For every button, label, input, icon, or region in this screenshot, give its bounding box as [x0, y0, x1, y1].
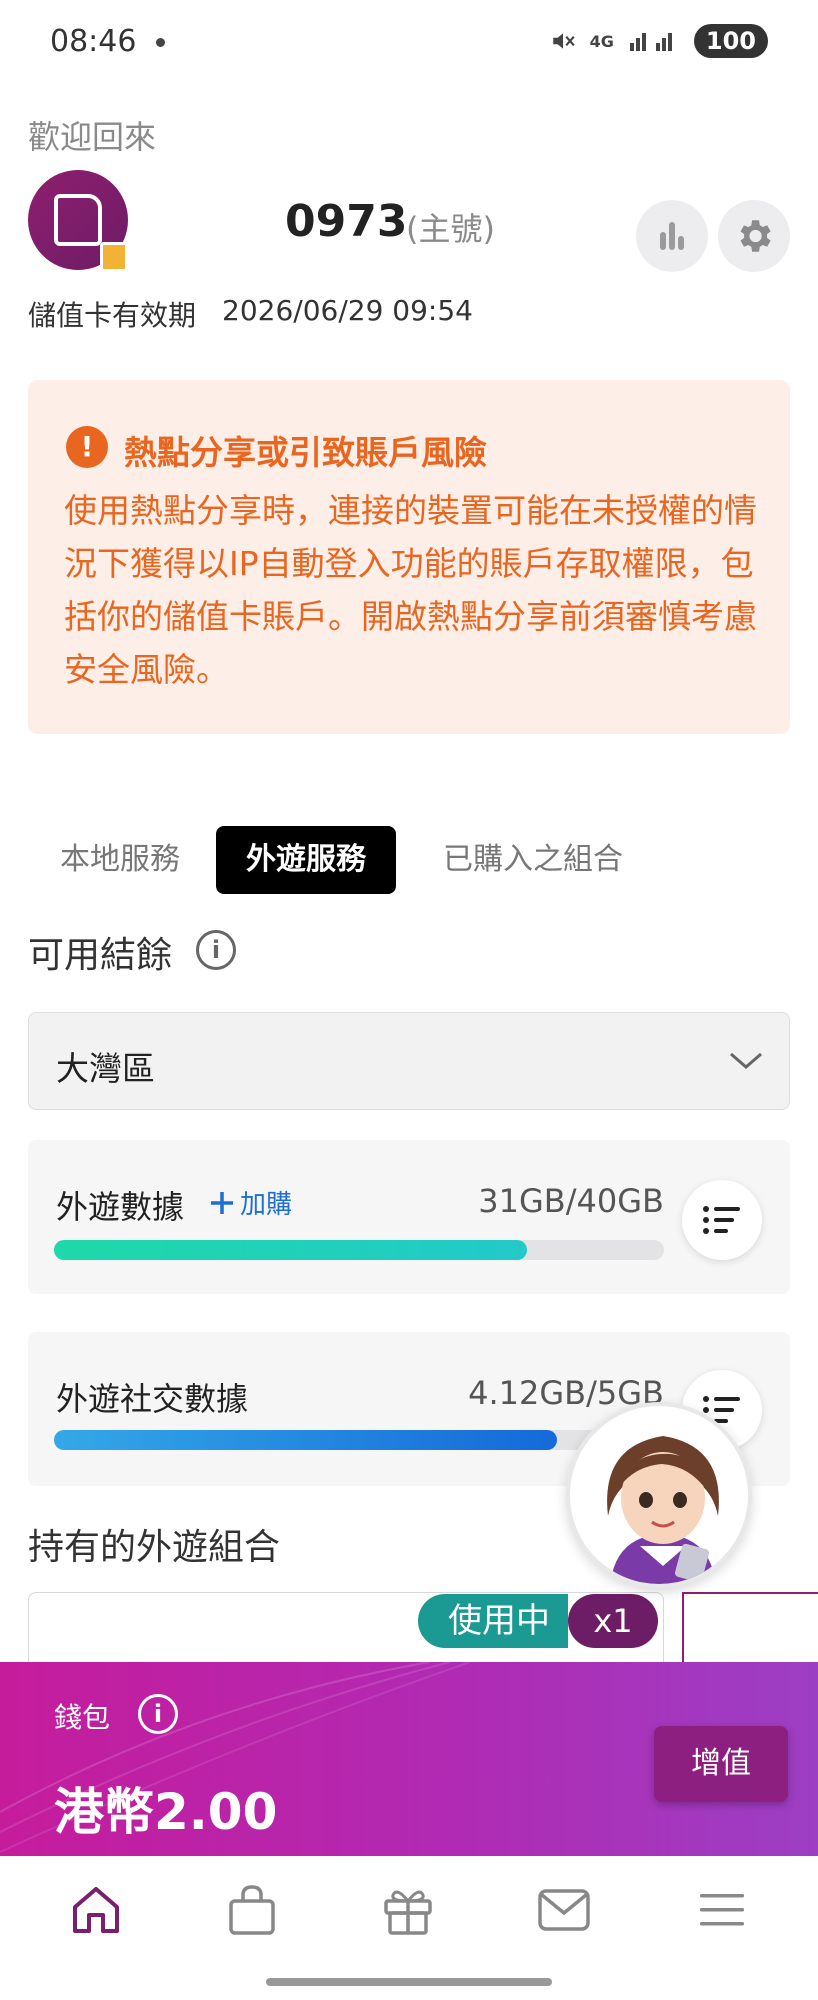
roaming-data-label: 外遊數據	[56, 1188, 185, 1226]
mute-icon	[552, 33, 575, 49]
wallet-label: 錢包	[54, 1701, 111, 1734]
shopping-bag-icon	[229, 1885, 275, 1935]
in-use-label: 使用中	[418, 1594, 568, 1648]
signal-icon	[629, 33, 672, 51]
phone-number: 0973	[285, 196, 408, 247]
roaming-data-detail-button[interactable]	[682, 1180, 762, 1260]
nav-home[interactable]	[66, 1880, 126, 1940]
gift-icon	[384, 1890, 432, 1935]
stats-button[interactable]	[636, 200, 708, 272]
in-use-badge: 使用中 x1	[418, 1594, 658, 1648]
card-border	[682, 1592, 818, 1594]
notification-dot	[156, 38, 165, 47]
nav-shop[interactable]	[222, 1880, 282, 1940]
progress-fill	[54, 1240, 527, 1260]
assistant-avatar-icon	[607, 1436, 719, 1584]
wallet-info-icon[interactable]: i	[138, 1694, 178, 1734]
settings-button[interactable]	[718, 200, 790, 272]
roaming-social-data-label: 外遊社交數據	[56, 1380, 249, 1418]
home-icon	[73, 1887, 119, 1933]
validity-label: 儲值卡有效期	[28, 299, 197, 332]
gear-icon	[740, 220, 771, 252]
roaming-social-data-progress	[54, 1430, 664, 1450]
warning-title: 熱點分享或引致賬戶風險	[124, 433, 487, 472]
assistant-avatar-button[interactable]	[566, 1402, 752, 1588]
region-selected-value: 大灣區	[56, 1049, 155, 1088]
tab-purchased-packs[interactable]: 已購入之組合	[418, 826, 648, 894]
welcome-text: 歡迎回來	[28, 118, 157, 156]
nav-rewards[interactable]	[378, 1880, 438, 1940]
tab-roaming-service[interactable]: 外遊服務	[216, 826, 396, 894]
addon-button[interactable]: 加購	[208, 1184, 292, 1221]
roaming-data-progress	[54, 1240, 664, 1260]
alert-icon: !	[66, 426, 108, 468]
info-icon[interactable]: i	[196, 930, 236, 970]
topup-button[interactable]: 增值	[654, 1726, 788, 1802]
sim-card-icon	[54, 194, 102, 246]
roaming-data-value: 31GB/40GB	[478, 1182, 664, 1220]
list-icon	[703, 1206, 740, 1234]
nav-menu[interactable]	[692, 1880, 752, 1940]
plus-icon	[211, 1191, 233, 1214]
held-combos-title: 持有的外遊組合	[28, 1527, 281, 1568]
addon-label: 加購	[240, 1190, 293, 1220]
chevron-down-icon	[730, 1052, 762, 1069]
network-label: 4G	[589, 31, 614, 51]
warning-body: 使用熱點分享時，連接的裝置可能在未授權的情況下獲得以IP自動登入功能的賬戶存取權…	[64, 491, 757, 689]
progress-fill	[54, 1430, 557, 1450]
validity-value: 2026/06/29 09:54	[222, 294, 473, 327]
status-time: 08:46	[50, 24, 137, 59]
gesture-bar	[266, 1978, 552, 1986]
combo-count: x1	[568, 1594, 658, 1648]
nav-messages[interactable]	[534, 1880, 594, 1940]
battery-indicator: 100	[693, 24, 768, 58]
available-balance-title: 可用結餘	[28, 935, 173, 976]
phone-type: (主號)	[406, 210, 495, 248]
sim-chip-icon	[100, 242, 128, 272]
wallet-amount: 港幣2.00	[54, 1783, 278, 1841]
bar-chart-icon	[660, 222, 684, 250]
tab-local-service[interactable]: 本地服務	[40, 826, 200, 894]
mail-icon	[538, 1889, 590, 1931]
menu-icon	[700, 1894, 744, 1926]
status-icons: 4G 100	[550, 24, 768, 58]
